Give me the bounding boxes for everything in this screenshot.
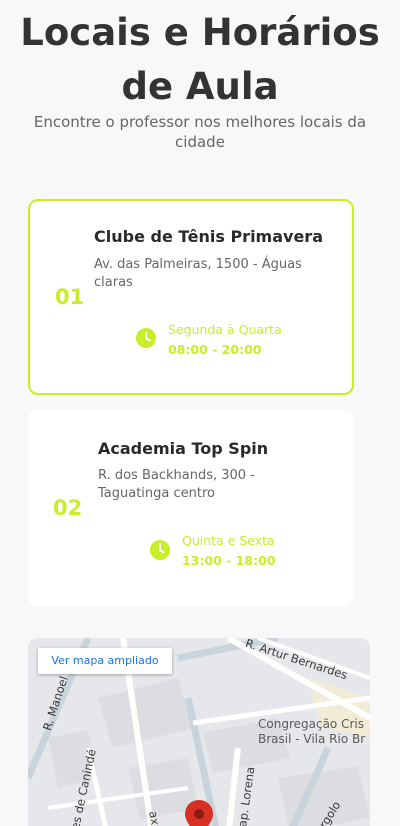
location-address-line-1: R. dos Backhands, 300 - <box>98 468 255 483</box>
location-name: Clube de Tênis Primavera <box>94 227 323 246</box>
poi-label: Congregação Cris Brasil - Vila Rio Br <box>258 717 365 747</box>
location-card-2[interactable]: 02 Academia Top Spin R. dos Backhands, 3… <box>28 410 354 606</box>
view-larger-map-link[interactable]: Ver mapa ampliado <box>38 648 172 674</box>
location-number: 01 <box>55 285 85 309</box>
location-address: Av. das Palmeiras, 1500 - Águas claras <box>94 256 334 292</box>
location-address-line-2: claras <box>94 275 133 290</box>
location-address: R. dos Backhands, 300 - Taguatinga centr… <box>98 467 328 503</box>
map-pin-icon[interactable] <box>185 800 213 826</box>
page-title: Locais e Horários de Aula <box>0 6 400 114</box>
page-title-line-2: de Aula <box>121 65 279 108</box>
page-subtitle-line-2: cidade <box>175 133 225 151</box>
location-card-1[interactable]: 01 Clube de Tênis Primavera Av. das Palm… <box>28 199 354 395</box>
location-number: 02 <box>53 496 83 520</box>
schedule-days: Segunda à Quarta <box>168 322 282 337</box>
page-subtitle-line-1: Encontre o professor nos melhores locais… <box>33 113 367 131</box>
schedule-days: Quinta e Sexta <box>182 533 275 548</box>
embedded-map[interactable]: Ver mapa ampliado R. Artur Bernardes R. … <box>28 638 370 826</box>
location-name: Academia Top Spin <box>98 439 269 458</box>
clock-icon <box>150 540 170 560</box>
poi-label-line-2: Brasil - Vila Rio Br <box>258 732 366 746</box>
location-address-line-1: Av. das Palmeiras, 1500 - Águas <box>94 257 302 272</box>
clock-icon <box>136 328 156 348</box>
poi-label-line-1: Congregação Cris <box>258 717 364 731</box>
schedule-hours: 08:00 - 20:00 <box>168 342 262 357</box>
schedule-hours: 13:00 - 18:00 <box>182 553 276 568</box>
location-address-line-2: Taguatinga centro <box>98 486 216 501</box>
page-subtitle: Encontre o professor nos melhores locais… <box>28 112 372 152</box>
page-title-line-1: Locais e Horários <box>20 11 380 54</box>
